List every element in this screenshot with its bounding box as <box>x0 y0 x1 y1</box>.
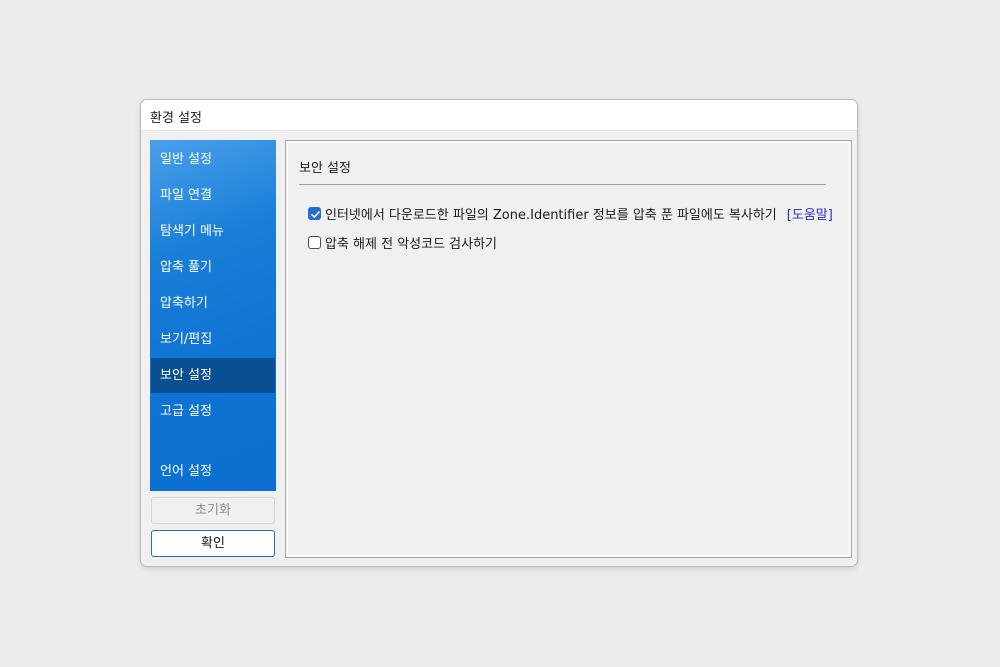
zone-identifier-checkbox[interactable] <box>308 206 321 220</box>
settings-sidebar: 일반 설정 파일 연결 탐색기 메뉴 압축 풀기 압축하기 보기/편집 보안 설… <box>150 140 276 491</box>
sidebar-item-view-edit[interactable]: 보기/편집 <box>151 322 275 357</box>
checkmark-icon <box>311 210 320 218</box>
option-malware-scan: 압축 해제 전 악성코드 검사하기 <box>308 233 497 252</box>
zone-identifier-label[interactable]: 인터넷에서 다운로드한 파일의 Zone.Identifier 정보를 압축 푼… <box>325 204 777 223</box>
settings-panel: 보안 설정 인터넷에서 다운로드한 파일의 Zone.Identifier 정보… <box>285 140 852 558</box>
sidebar-item-security[interactable]: 보안 설정 <box>151 358 275 393</box>
option-copy-zone-identifier: 인터넷에서 다운로드한 파일의 Zone.Identifier 정보를 압축 푼… <box>308 204 833 223</box>
sidebar-item-advanced[interactable]: 고급 설정 <box>151 394 275 429</box>
malware-scan-label[interactable]: 압축 해제 전 악성코드 검사하기 <box>325 233 497 252</box>
panel-inner: 보안 설정 인터넷에서 다운로드한 파일의 Zone.Identifier 정보… <box>287 142 850 556</box>
malware-scan-checkbox[interactable] <box>308 235 321 249</box>
sidebar-item-compress[interactable]: 압축하기 <box>151 286 275 321</box>
sidebar-item-general[interactable]: 일반 설정 <box>151 142 275 177</box>
section-divider <box>299 184 826 185</box>
help-link[interactable]: [도움말] <box>787 204 833 223</box>
sidebar-item-file-association[interactable]: 파일 연결 <box>151 178 275 213</box>
sidebar-item-extract[interactable]: 압축 풀기 <box>151 250 275 285</box>
settings-dialog: 환경 설정 일반 설정 파일 연결 탐색기 메뉴 압축 풀기 압축하기 보기/편… <box>140 99 858 567</box>
section-title: 보안 설정 <box>299 161 351 176</box>
title-bar: 환경 설정 <box>141 100 857 131</box>
sidebar-item-language[interactable]: 언어 설정 <box>151 454 275 489</box>
sidebar-item-explorer-menu[interactable]: 탐색기 메뉴 <box>151 214 275 249</box>
dialog-title: 환경 설정 <box>150 111 202 126</box>
reset-button[interactable]: 초기화 <box>151 497 275 524</box>
ok-button[interactable]: 확인 <box>151 530 275 557</box>
